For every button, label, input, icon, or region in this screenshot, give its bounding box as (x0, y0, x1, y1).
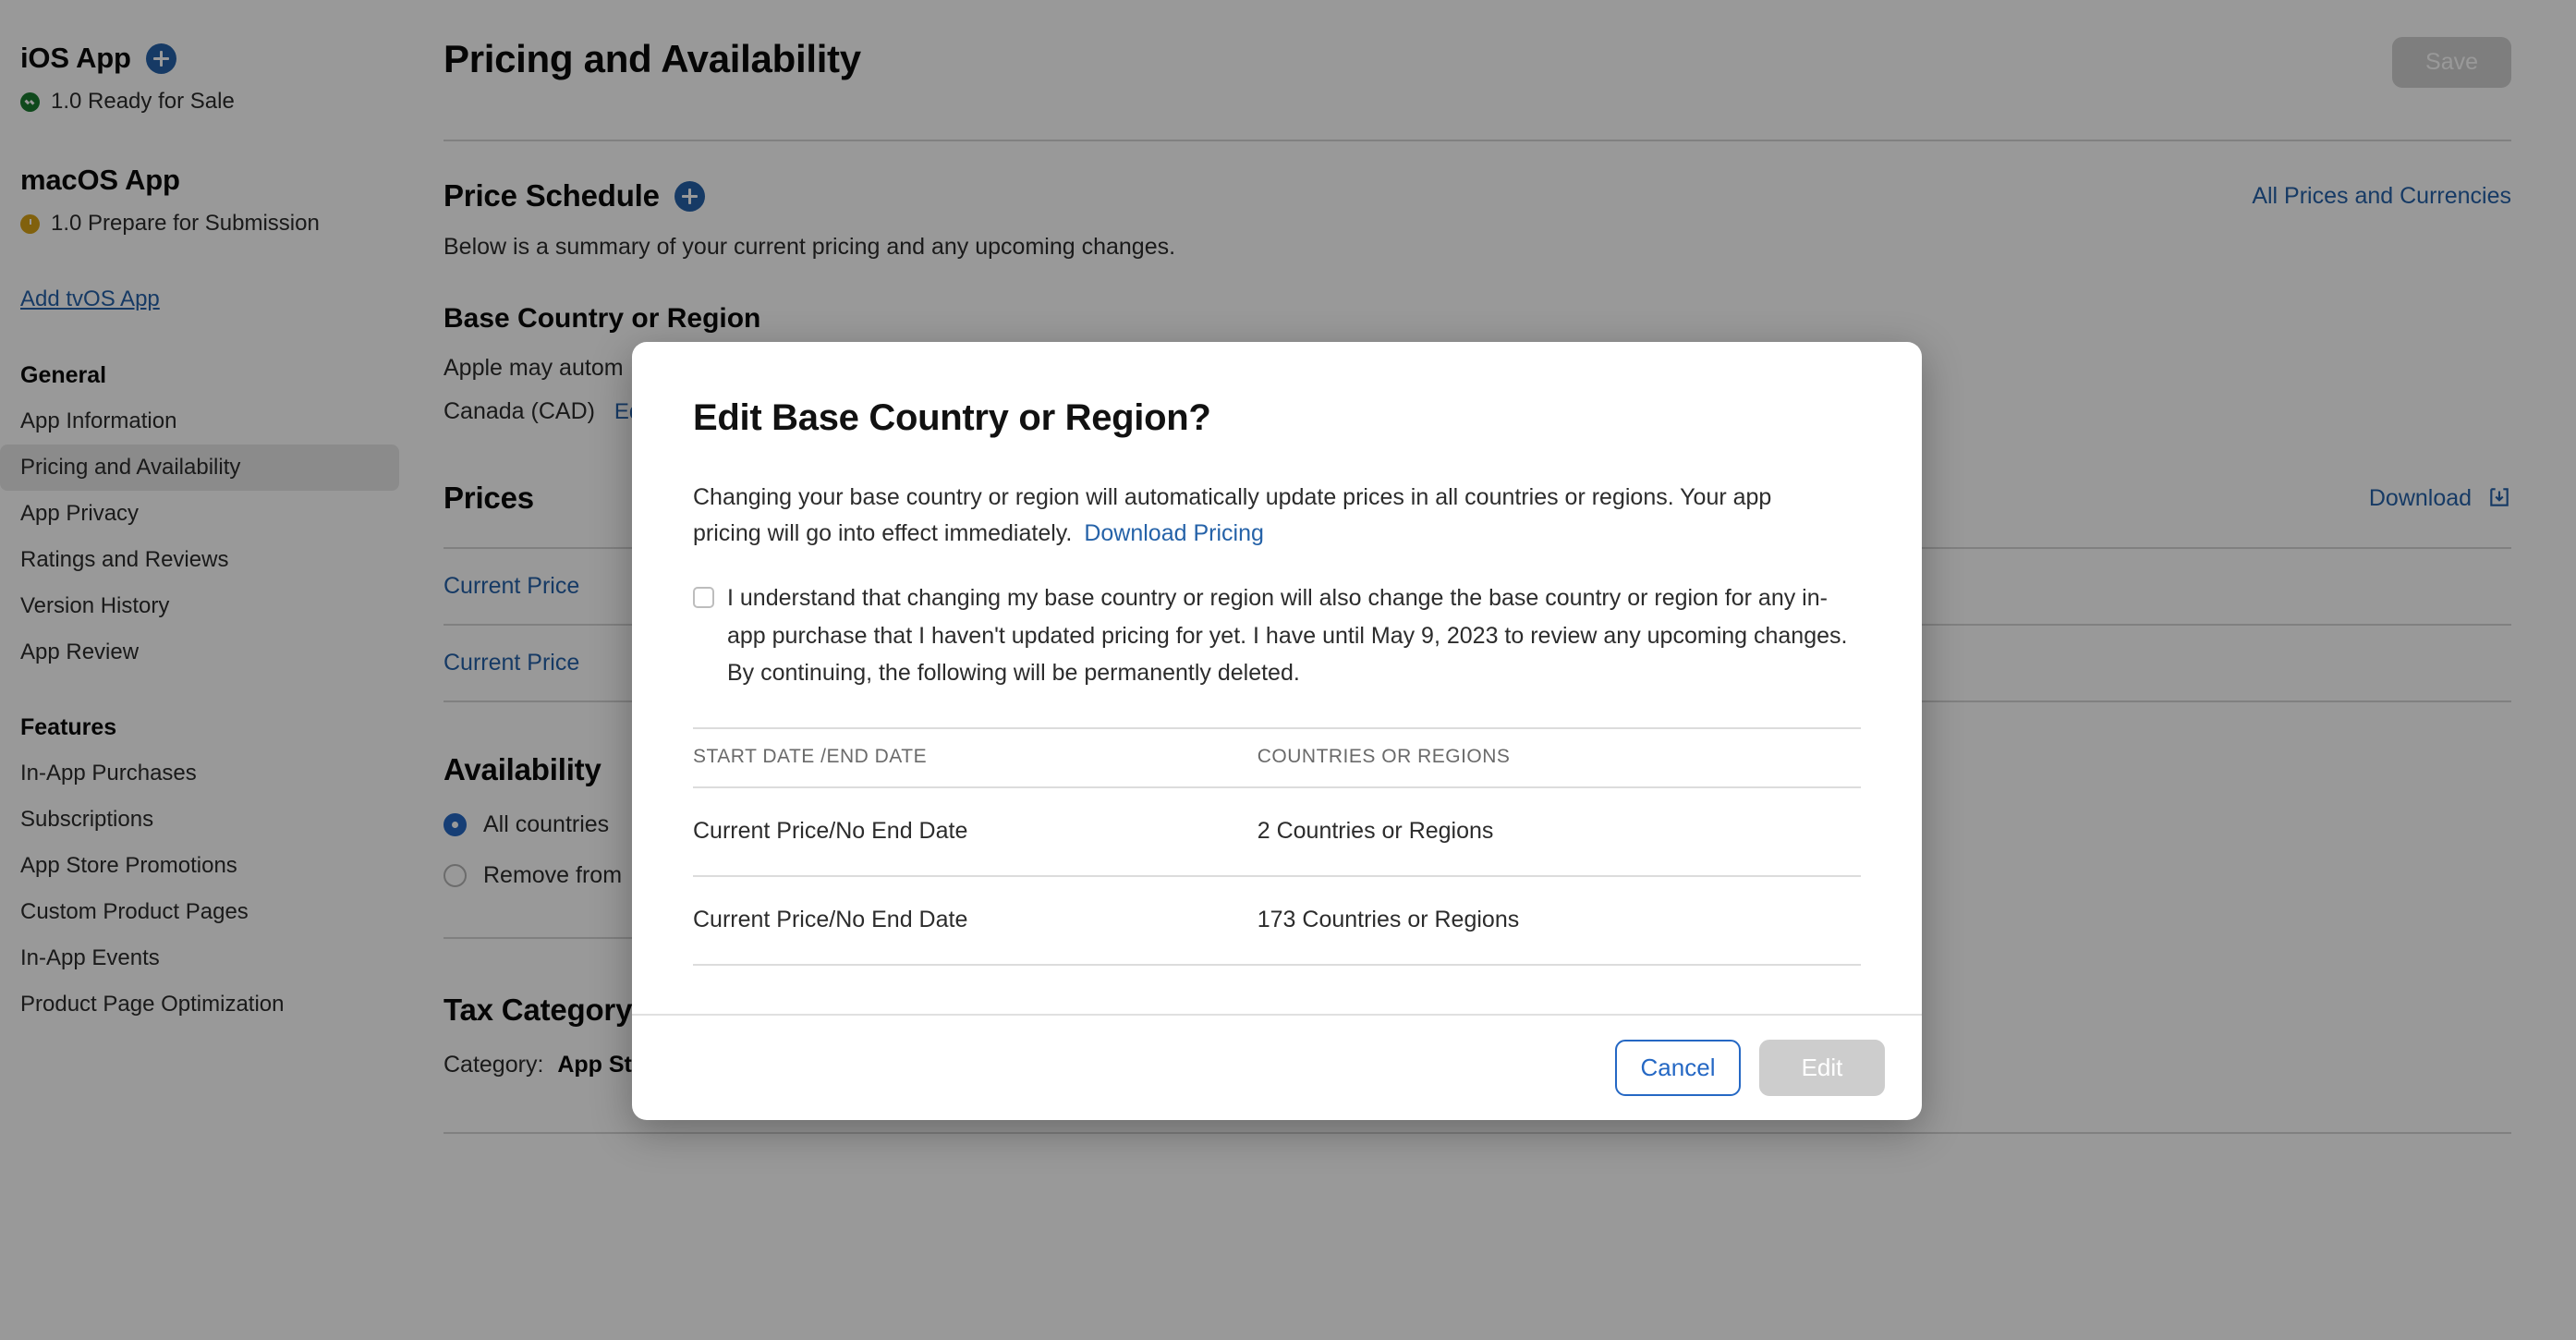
edit-confirm-button[interactable]: Edit (1759, 1040, 1885, 1096)
column-header-start-end-date: START DATE /END DATE (693, 726, 1254, 788)
dialog-body: Edit Base Country or Region? Changing yo… (632, 342, 1922, 1014)
cell-start-end-date: Current Price/No End Date (693, 875, 1254, 966)
download-pricing-link[interactable]: Download Pricing (1084, 520, 1264, 546)
cell-countries-or-regions: 173 Countries or Regions (1253, 875, 1861, 966)
deleted-items-table: START DATE /END DATE COUNTRIES OR REGION… (693, 726, 1861, 966)
dialog-title: Edit Base Country or Region? (693, 397, 1211, 438)
table-row: Current Price/No End Date 2 Countries or… (693, 786, 1861, 877)
dialog-footer: Cancel Edit (632, 1014, 1922, 1120)
dialog-description: Changing your base country or region wil… (693, 480, 1829, 552)
table-row: Current Price/No End Date 173 Countries … (693, 875, 1861, 966)
column-header-countries-or-regions: COUNTRIES OR REGIONS (1253, 726, 1861, 788)
consent-checkbox-row[interactable]: I understand that changing my base count… (693, 579, 1861, 692)
cancel-button[interactable]: Cancel (1615, 1040, 1741, 1096)
consent-label: I understand that changing my base count… (727, 585, 1848, 686)
cell-countries-or-regions: 2 Countries or Regions (1253, 786, 1861, 877)
edit-base-country-dialog: Edit Base Country or Region? Changing yo… (632, 342, 1922, 1120)
table-header-row: START DATE /END DATE COUNTRIES OR REGION… (693, 726, 1861, 788)
app-root: iOS App 1.0 Ready for Sale macOS App 1.0… (0, 0, 2576, 1340)
consent-checkbox[interactable] (693, 587, 714, 608)
cell-start-end-date: Current Price/No End Date (693, 786, 1254, 877)
